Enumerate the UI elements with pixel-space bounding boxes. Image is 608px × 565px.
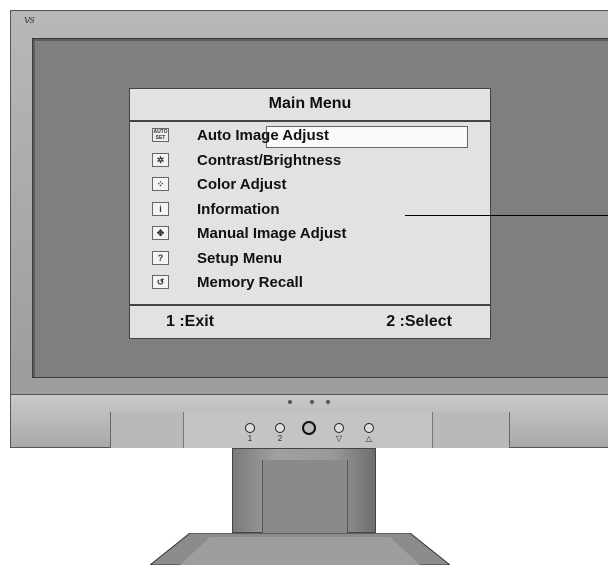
osd-item-color-adjust[interactable]: ⁘ Color Adjust bbox=[130, 173, 490, 198]
button-1-label: 1 bbox=[247, 434, 253, 443]
exit-hint: 1 :Exit bbox=[166, 313, 215, 330]
osd-main-menu: Main Menu AUTO SET Auto Image Adjust ✲ C… bbox=[129, 88, 491, 339]
question-icon: ? bbox=[152, 250, 169, 265]
info-icon: i bbox=[152, 201, 169, 216]
osd-footer: 1 :Exit 2 :Select bbox=[130, 304, 490, 338]
up-arrow-icon: △ bbox=[365, 434, 373, 443]
osd-item-label: Color Adjust bbox=[197, 176, 287, 193]
recall-icon: ↺ bbox=[152, 275, 169, 289]
stand-base bbox=[150, 533, 450, 565]
osd-item-memory-recall[interactable]: ↺ Memory Recall bbox=[130, 271, 490, 296]
indicator-dot bbox=[326, 400, 330, 404]
auto-set-icon: AUTO SET bbox=[152, 128, 169, 142]
brightness-icon: ✲ bbox=[152, 152, 169, 167]
brand-logo: vs bbox=[24, 13, 35, 26]
move-arrows-icon: ✥ bbox=[152, 226, 169, 240]
osd-item-auto-image-adjust[interactable]: AUTO SET Auto Image Adjust bbox=[130, 124, 490, 149]
up-button[interactable] bbox=[364, 423, 374, 433]
osd-item-list: AUTO SET Auto Image Adjust ✲ Contrast/Br… bbox=[130, 124, 490, 296]
indicator-dot bbox=[288, 400, 292, 404]
osd-item-label: Contrast/Brightness bbox=[197, 151, 342, 169]
osd-item-information[interactable]: i Information bbox=[130, 198, 490, 223]
color-icon: ⁘ bbox=[152, 177, 169, 191]
button-1[interactable] bbox=[245, 423, 255, 433]
osd-item-contrast-brightness[interactable]: ✲ Contrast/Brightness bbox=[130, 149, 490, 174]
button-2-label: 2 bbox=[277, 434, 283, 443]
osd-item-label: Auto Image Adjust bbox=[197, 127, 329, 144]
down-button[interactable] bbox=[334, 423, 344, 433]
select-hint: 2 :Select bbox=[386, 313, 452, 330]
osd-title: Main Menu bbox=[268, 95, 352, 112]
osd-callout-line bbox=[405, 215, 608, 216]
osd-item-label: Information bbox=[197, 200, 280, 218]
indicator-dot bbox=[310, 400, 314, 404]
stand-neck-inner bbox=[262, 460, 348, 533]
osd-item-label: Memory Recall bbox=[197, 274, 303, 291]
osd-item-setup-menu[interactable]: ? Setup Menu bbox=[130, 247, 490, 272]
osd-item-label: Setup Menu bbox=[197, 249, 282, 267]
power-button[interactable] bbox=[302, 421, 316, 435]
button-2[interactable] bbox=[275, 423, 285, 433]
osd-item-label: Manual Image Adjust bbox=[197, 225, 347, 242]
down-arrow-icon: ▽ bbox=[335, 434, 343, 443]
osd-item-manual-image-adjust[interactable]: ✥ Manual Image Adjust bbox=[130, 222, 490, 247]
osd-divider bbox=[130, 120, 490, 122]
